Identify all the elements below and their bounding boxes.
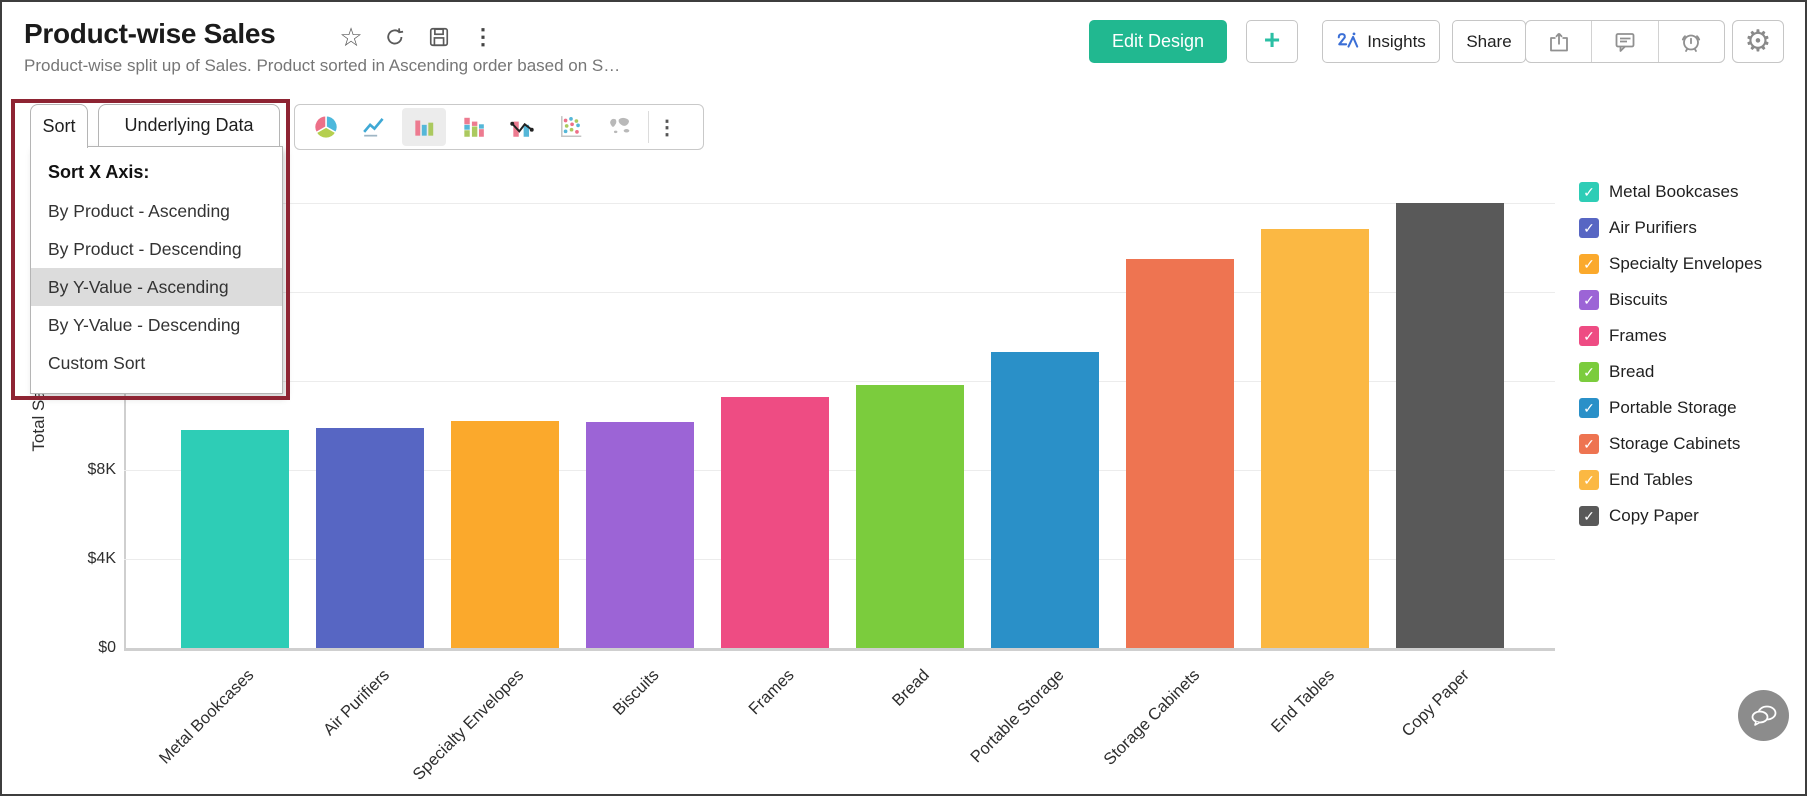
bar-air-purifiers[interactable] [316, 428, 424, 648]
legend-checkbox[interactable]: ✓ [1579, 506, 1599, 526]
bar-storage-cabinets[interactable] [1126, 259, 1234, 648]
legend-label: Portable Storage [1609, 398, 1737, 418]
sort-menu-header: Sort X Axis: [31, 152, 282, 192]
settings-gear-icon[interactable]: ⚙ [1732, 20, 1784, 63]
gridline [124, 203, 1555, 204]
bar-end-tables[interactable] [1261, 229, 1369, 648]
bar-portable-storage[interactable] [991, 352, 1099, 648]
bar-frames[interactable] [721, 397, 829, 648]
legend-label: Metal Bookcases [1609, 182, 1738, 202]
tab-underlying-data[interactable]: Underlying Data [98, 104, 280, 147]
legend-checkbox[interactable]: ✓ [1579, 470, 1599, 490]
save-icon[interactable] [426, 24, 452, 50]
legend-label: Specialty Envelopes [1609, 254, 1762, 274]
legend-label: Air Purifiers [1609, 218, 1697, 238]
legend-checkbox[interactable]: ✓ [1579, 290, 1599, 310]
x-axis-label: Storage Cabinets [1100, 666, 1204, 770]
legend-label: Frames [1609, 326, 1667, 346]
report-description: Product-wise split up of Sales. Product … [24, 56, 620, 76]
sort-dropdown-menu: Sort X Axis: By Product - AscendingBy Pr… [30, 146, 283, 394]
sort-menu-item-custom-sort[interactable]: Custom Sort [31, 344, 282, 382]
line-chart-icon[interactable] [353, 108, 397, 146]
legend-item-end-tables[interactable]: ✓ End Tables [1579, 470, 1762, 490]
legend-item-copy-paper[interactable]: ✓ Copy Paper [1579, 506, 1762, 526]
x-axis-label: Portable Storage [967, 666, 1068, 767]
y-tick-label: $8K [40, 461, 116, 479]
header-icon-group [1525, 20, 1725, 63]
bar-bread[interactable] [856, 385, 964, 648]
sort-menu-item-by-y-value---descending[interactable]: By Y-Value - Descending [31, 306, 282, 344]
tab-sort[interactable]: Sort [30, 104, 88, 148]
x-axis-label: End Tables [1267, 666, 1338, 737]
sort-menu-item-by-product---descending[interactable]: By Product - Descending [31, 230, 282, 268]
sort-menu-item-by-product---ascending[interactable]: By Product - Ascending [31, 192, 282, 230]
legend-item-specialty-envelopes[interactable]: ✓ Specialty Envelopes [1579, 254, 1762, 274]
legend-checkbox[interactable]: ✓ [1579, 182, 1599, 202]
x-axis-label: Biscuits [610, 666, 664, 720]
x-axis-label: Copy Paper [1398, 666, 1473, 741]
refresh-icon[interactable] [382, 24, 408, 50]
analytics-report-window: Product-wise Sales ☆ ⋮ Product-wise spli… [0, 0, 1807, 796]
legend-label: Copy Paper [1609, 506, 1699, 526]
share-button[interactable]: Share [1452, 20, 1526, 63]
chat-support-icon[interactable] [1738, 690, 1789, 741]
x-axis-label: Specialty Envelopes [410, 666, 529, 785]
legend-checkbox[interactable]: ✓ [1579, 254, 1599, 274]
combo-chart-icon[interactable] [500, 108, 544, 146]
export-icon[interactable] [1526, 21, 1591, 62]
page-title: Product-wise Sales [24, 18, 275, 50]
add-button[interactable]: + [1246, 20, 1298, 63]
legend-item-air-purifiers[interactable]: ✓ Air Purifiers [1579, 218, 1762, 238]
x-axis-label: Air Purifiers [320, 666, 394, 740]
map-chart-icon[interactable] [598, 108, 642, 146]
title-icon-row: ☆ ⋮ [338, 24, 496, 50]
legend-item-metal-bookcases[interactable]: ✓ Metal Bookcases [1579, 182, 1762, 202]
x-axis-label: Metal Bookcases [156, 666, 258, 768]
legend-item-bread[interactable]: ✓ Bread [1579, 362, 1762, 382]
alert-icon[interactable] [1658, 21, 1724, 62]
chart-type-toolbar: ⋮ [294, 104, 704, 150]
stacked-bar-icon[interactable] [451, 108, 495, 146]
scatter-chart-icon[interactable] [549, 108, 593, 146]
legend-checkbox[interactable]: ✓ [1579, 362, 1599, 382]
sort-menu-item-by-y-value---ascending[interactable]: By Y-Value - Ascending [31, 268, 282, 306]
edit-design-button[interactable]: Edit Design [1089, 20, 1227, 63]
x-axis-label: Frames [745, 666, 798, 719]
insights-label: Insights [1367, 32, 1426, 52]
legend-label: End Tables [1609, 470, 1693, 490]
legend-checkbox[interactable]: ✓ [1579, 326, 1599, 346]
bar-copy-paper[interactable] [1396, 203, 1504, 648]
legend-label: Biscuits [1609, 290, 1668, 310]
x-axis-label: Bread [889, 666, 934, 711]
legend-item-biscuits[interactable]: ✓ Biscuits [1579, 290, 1762, 310]
x-axis-line [124, 648, 1555, 651]
y-tick-label: $4K [40, 550, 116, 568]
more-charts-icon[interactable]: ⋮ [655, 115, 679, 140]
legend-item-portable-storage[interactable]: ✓ Portable Storage [1579, 398, 1762, 418]
legend-item-frames[interactable]: ✓ Frames [1579, 326, 1762, 346]
y-tick-label: $0 [40, 639, 116, 657]
insights-button[interactable]: Insights [1322, 20, 1440, 63]
legend-label: Bread [1609, 362, 1654, 382]
more-vertical-icon[interactable]: ⋮ [470, 24, 496, 50]
pie-chart-icon[interactable] [304, 108, 348, 146]
bar-biscuits[interactable] [586, 422, 694, 648]
legend: ✓ Metal Bookcases ✓ Air Purifiers ✓ Specialty… [1579, 182, 1762, 542]
bar-chart-icon[interactable] [402, 108, 446, 146]
legend-item-storage-cabinets[interactable]: ✓ Storage Cabinets [1579, 434, 1762, 454]
bar-metal-bookcases[interactable] [181, 430, 289, 648]
toolbar-divider [648, 111, 649, 143]
comment-icon[interactable] [1591, 21, 1657, 62]
legend-checkbox[interactable]: ✓ [1579, 434, 1599, 454]
bar-specialty-envelopes[interactable] [451, 421, 559, 648]
legend-checkbox[interactable]: ✓ [1579, 218, 1599, 238]
star-icon[interactable]: ☆ [338, 24, 364, 50]
legend-label: Storage Cabinets [1609, 434, 1740, 454]
zia-insights-icon [1336, 31, 1360, 53]
legend-checkbox[interactable]: ✓ [1579, 398, 1599, 418]
